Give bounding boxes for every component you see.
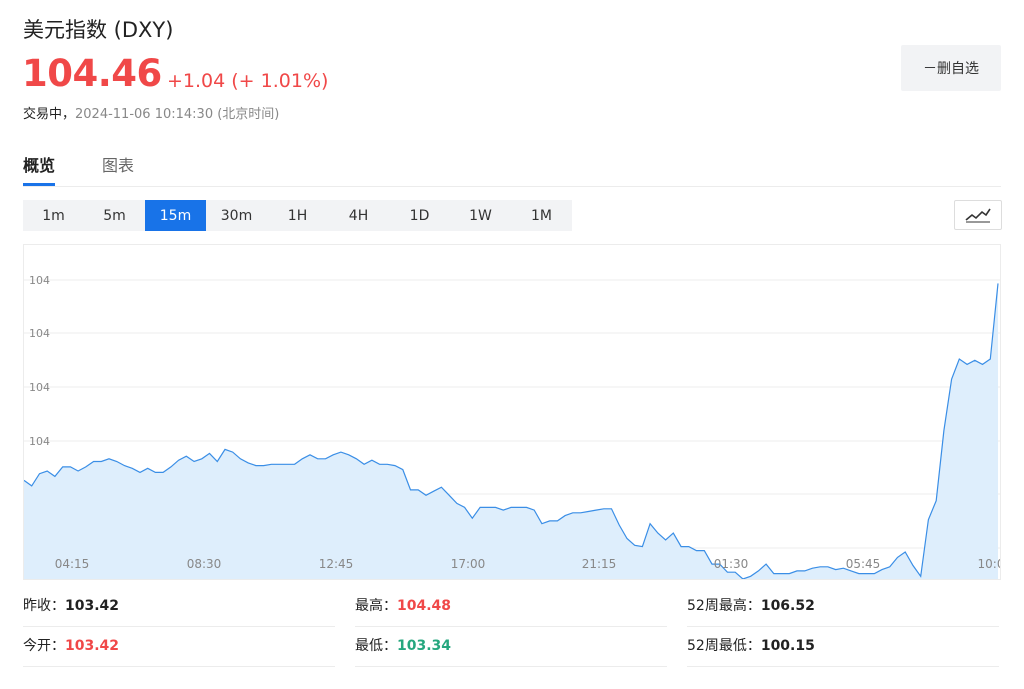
x-tick-label: 21:15	[582, 557, 617, 571]
period-4h[interactable]: 4H	[328, 200, 389, 231]
stat-value: 103.42	[65, 598, 120, 614]
y-tick-label: 104	[29, 327, 50, 340]
stat-value: 106.52	[760, 598, 815, 614]
period-1d[interactable]: 1D	[389, 200, 450, 231]
x-tick-label: 17:00	[451, 557, 486, 571]
stat-label: 今开：	[23, 638, 65, 654]
period-30m[interactable]: 30m	[206, 200, 267, 231]
stat-52w-high: 52周最高：106.52	[687, 590, 999, 627]
stat-value: 104.48	[397, 598, 452, 614]
trading-status: 交易中，2024-11-06 10:14:30 (北京时间)	[23, 103, 279, 122]
stat-value: 103.42	[65, 638, 120, 654]
period-1m[interactable]: 1m	[23, 200, 84, 231]
stat-label: 最低：	[355, 638, 397, 654]
x-tick-label: 05:45	[846, 557, 881, 571]
chart-type-toggle[interactable]	[954, 200, 1002, 230]
stats-row: 今开：103.42 最低：103.34 52周最低：100.15	[23, 630, 1001, 670]
x-tick-label: 08:30	[187, 557, 222, 571]
x-tick-label: 01:30	[714, 557, 749, 571]
x-tick-label: 12:45	[319, 557, 354, 571]
stat-label: 昨收：	[23, 598, 65, 614]
page-title: 美元指数 (DXY)	[23, 18, 174, 42]
stat-value: 103.34	[397, 638, 452, 654]
tab-bar: 概览 图表	[23, 150, 1001, 187]
price-change: +1.04 (+ 1.01%)	[167, 70, 329, 92]
stat-label: 最高：	[355, 598, 397, 614]
stat-label: 52周最低：	[687, 638, 761, 654]
tab-overview[interactable]: 概览	[23, 152, 56, 186]
period-1month[interactable]: 1M	[511, 200, 572, 231]
y-tick-label: 104	[29, 381, 50, 394]
x-tick-label: 04:15	[55, 557, 90, 571]
timestamp: 2024-11-06 10:14:30 (北京时间)	[75, 107, 280, 122]
price-area	[24, 283, 998, 579]
period-1h[interactable]: 1H	[267, 200, 328, 231]
current-price: 104.46	[22, 52, 162, 95]
x-tick-label: 10:0	[978, 557, 1000, 571]
line-chart-icon	[965, 208, 991, 223]
stat-open: 今开：103.42	[23, 630, 335, 667]
period-1w[interactable]: 1W	[450, 200, 511, 231]
period-5m[interactable]: 5m	[84, 200, 145, 231]
stat-label: 52周最高：	[687, 598, 761, 614]
tab-chart[interactable]: 图表	[102, 152, 134, 176]
period-15m[interactable]: 15m	[145, 200, 206, 231]
status-label: 交易中，	[23, 107, 76, 122]
y-tick-label: 104	[29, 274, 50, 287]
stat-low: 最低：103.34	[355, 630, 667, 667]
stat-high: 最高：104.48	[355, 590, 667, 627]
stat-value: 100.15	[760, 638, 815, 654]
period-selector: 1m 5m 15m 30m 1H 4H 1D 1W 1M	[23, 200, 572, 231]
price-chart-svg: 10410410410410410304:1508:3012:4517:0021…	[24, 274, 1000, 579]
remove-watchlist-button[interactable]: －删自选	[901, 45, 1001, 91]
y-tick-label: 104	[29, 435, 50, 448]
price-chart[interactable]: 10410410410410410304:1508:3012:4517:0021…	[23, 244, 1001, 580]
stat-52w-low: 52周最低：100.15	[687, 630, 999, 667]
stats-row: 昨收：103.42 最高：104.48 52周最高：106.52	[23, 590, 1001, 630]
stat-prev-close: 昨收：103.42	[23, 590, 335, 627]
